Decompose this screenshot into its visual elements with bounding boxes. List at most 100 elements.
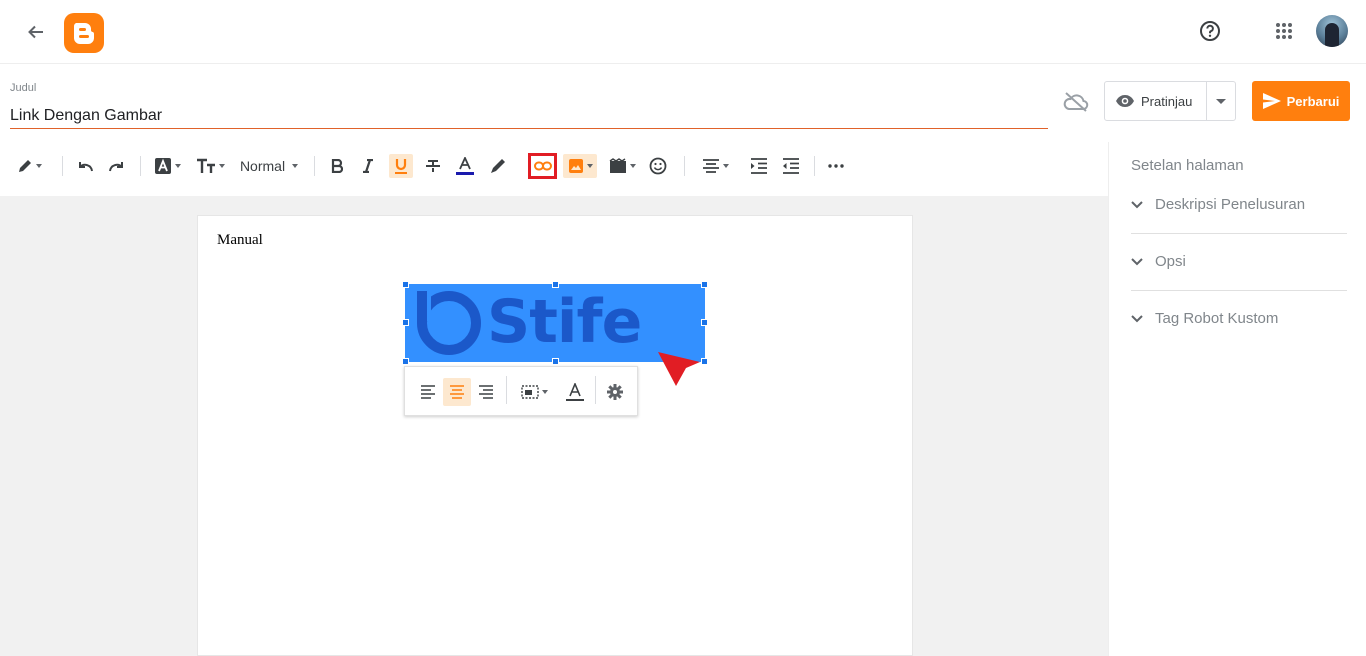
title-label: Judul <box>10 82 37 94</box>
toolbar-divider <box>62 156 63 176</box>
preview-label: Pratinjau <box>1141 93 1193 109</box>
image-button[interactable] <box>563 154 597 178</box>
outdent-icon <box>783 158 799 174</box>
editor-toolbar: Normal <box>0 146 1108 186</box>
settings-icon <box>607 384 623 400</box>
publish-button[interactable]: Perbarui <box>1252 81 1350 121</box>
sidebar-item-search-description[interactable]: Deskripsi Penelusuran <box>1131 176 1347 233</box>
resize-handle-tr[interactable] <box>701 281 708 288</box>
preview-dropdown[interactable] <box>1207 82 1235 120</box>
italic-icon <box>363 159 373 173</box>
pencil-icon <box>18 160 31 172</box>
eye-icon <box>1116 95 1134 107</box>
video-button[interactable] <box>607 154 637 178</box>
sidebar-item-label: Deskripsi Penelusuran <box>1155 196 1306 213</box>
image-toolbar-divider <box>506 376 507 404</box>
help-icon <box>1200 21 1220 41</box>
caret-down-icon <box>1216 98 1226 104</box>
bold-icon <box>331 159 343 173</box>
sidebar-item-options[interactable]: Opsi <box>1131 233 1347 290</box>
back-button[interactable] <box>22 18 50 46</box>
align-center-icon <box>450 385 464 399</box>
caption-icon <box>566 383 584 401</box>
undo-button[interactable] <box>74 154 96 178</box>
preview-button[interactable]: Pratinjau <box>1105 82 1207 120</box>
more-button[interactable] <box>826 154 846 178</box>
image-logo-bar <box>417 291 427 323</box>
apps-grid-icon <box>1276 23 1292 39</box>
arrow-left-icon <box>28 25 43 39</box>
chevron-down-icon <box>1131 314 1143 322</box>
underline-button[interactable] <box>389 154 413 178</box>
link-icon <box>533 161 552 171</box>
red-pointer-arrow <box>658 352 700 386</box>
more-icon <box>828 164 844 168</box>
resize-handle-t[interactable] <box>552 281 559 288</box>
chevron-down-icon <box>1131 200 1143 208</box>
toolbar-divider <box>314 156 315 176</box>
sidebar-title: Setelan halaman <box>1131 157 1244 174</box>
emoji-button[interactable] <box>647 154 669 178</box>
image-logo-text: Stife <box>487 287 642 357</box>
redo-button[interactable] <box>106 154 128 178</box>
body-text[interactable]: Manual <box>217 232 263 249</box>
link-button[interactable] <box>528 153 557 179</box>
cloud-off-icon <box>1063 92 1089 112</box>
resize-handle-l[interactable] <box>402 319 409 326</box>
image-toolbar-divider <box>595 376 596 404</box>
indent-button[interactable] <box>748 154 770 178</box>
indent-icon <box>751 158 767 174</box>
help-button[interactable] <box>1196 17 1224 45</box>
resize-handle-b[interactable] <box>552 358 559 365</box>
apps-button[interactable] <box>1270 17 1298 45</box>
strikethrough-button[interactable] <box>423 154 443 178</box>
outdent-button[interactable] <box>780 154 802 178</box>
format-select[interactable]: Normal <box>236 154 302 178</box>
image-icon <box>568 159 583 173</box>
top-bar <box>0 0 1366 64</box>
highlight-button[interactable] <box>487 154 509 178</box>
font-button[interactable] <box>152 154 182 178</box>
font-size-button[interactable] <box>195 154 225 178</box>
image-size-icon <box>520 385 539 399</box>
undo-icon <box>79 162 93 172</box>
video-icon <box>609 158 626 173</box>
align-right-icon <box>479 385 493 399</box>
image-align-right-button[interactable] <box>473 378 499 406</box>
highlight-icon <box>491 159 505 173</box>
align-left-icon <box>421 385 435 399</box>
underline-icon <box>395 159 407 174</box>
strikethrough-icon <box>426 160 440 172</box>
compose-mode-button[interactable] <box>12 154 46 178</box>
emoji-icon <box>649 157 667 175</box>
resize-handle-bl[interactable] <box>402 358 409 365</box>
align-button[interactable] <box>698 154 732 178</box>
chevron-down-icon <box>1131 257 1143 265</box>
resize-handle-tl[interactable] <box>402 281 409 288</box>
sidebar-item-label: Opsi <box>1155 253 1186 270</box>
font-icon <box>154 158 171 174</box>
image-align-left-button[interactable] <box>415 378 441 406</box>
image-size-button[interactable] <box>515 378 553 406</box>
align-center-icon <box>702 159 719 173</box>
avatar[interactable] <box>1316 15 1348 47</box>
image-toolbar <box>404 366 638 416</box>
resize-handle-r[interactable] <box>701 319 708 326</box>
image-settings-button[interactable] <box>603 378 627 406</box>
sidebar-item-custom-robot-tags[interactable]: Tag Robot Kustom <box>1131 290 1347 347</box>
page-settings-sidebar: Setelan halaman Deskripsi Penelusuran Op… <box>1108 142 1366 656</box>
blogger-logo[interactable] <box>64 13 104 53</box>
text-color-button[interactable] <box>455 154 475 178</box>
sidebar-item-label: Tag Robot Kustom <box>1155 310 1279 327</box>
publish-label: Perbarui <box>1286 93 1340 109</box>
blogger-b-icon <box>73 23 95 44</box>
image-align-center-button[interactable] <box>443 378 471 406</box>
title-input[interactable] <box>10 103 1048 129</box>
toolbar-divider <box>140 156 141 176</box>
toolbar-divider <box>814 156 815 176</box>
preview-button-group: Pratinjau <box>1104 81 1236 121</box>
toolbar-divider <box>684 156 685 176</box>
image-caption-button[interactable] <box>563 378 587 406</box>
italic-button[interactable] <box>359 154 377 178</box>
bold-button[interactable] <box>328 154 346 178</box>
